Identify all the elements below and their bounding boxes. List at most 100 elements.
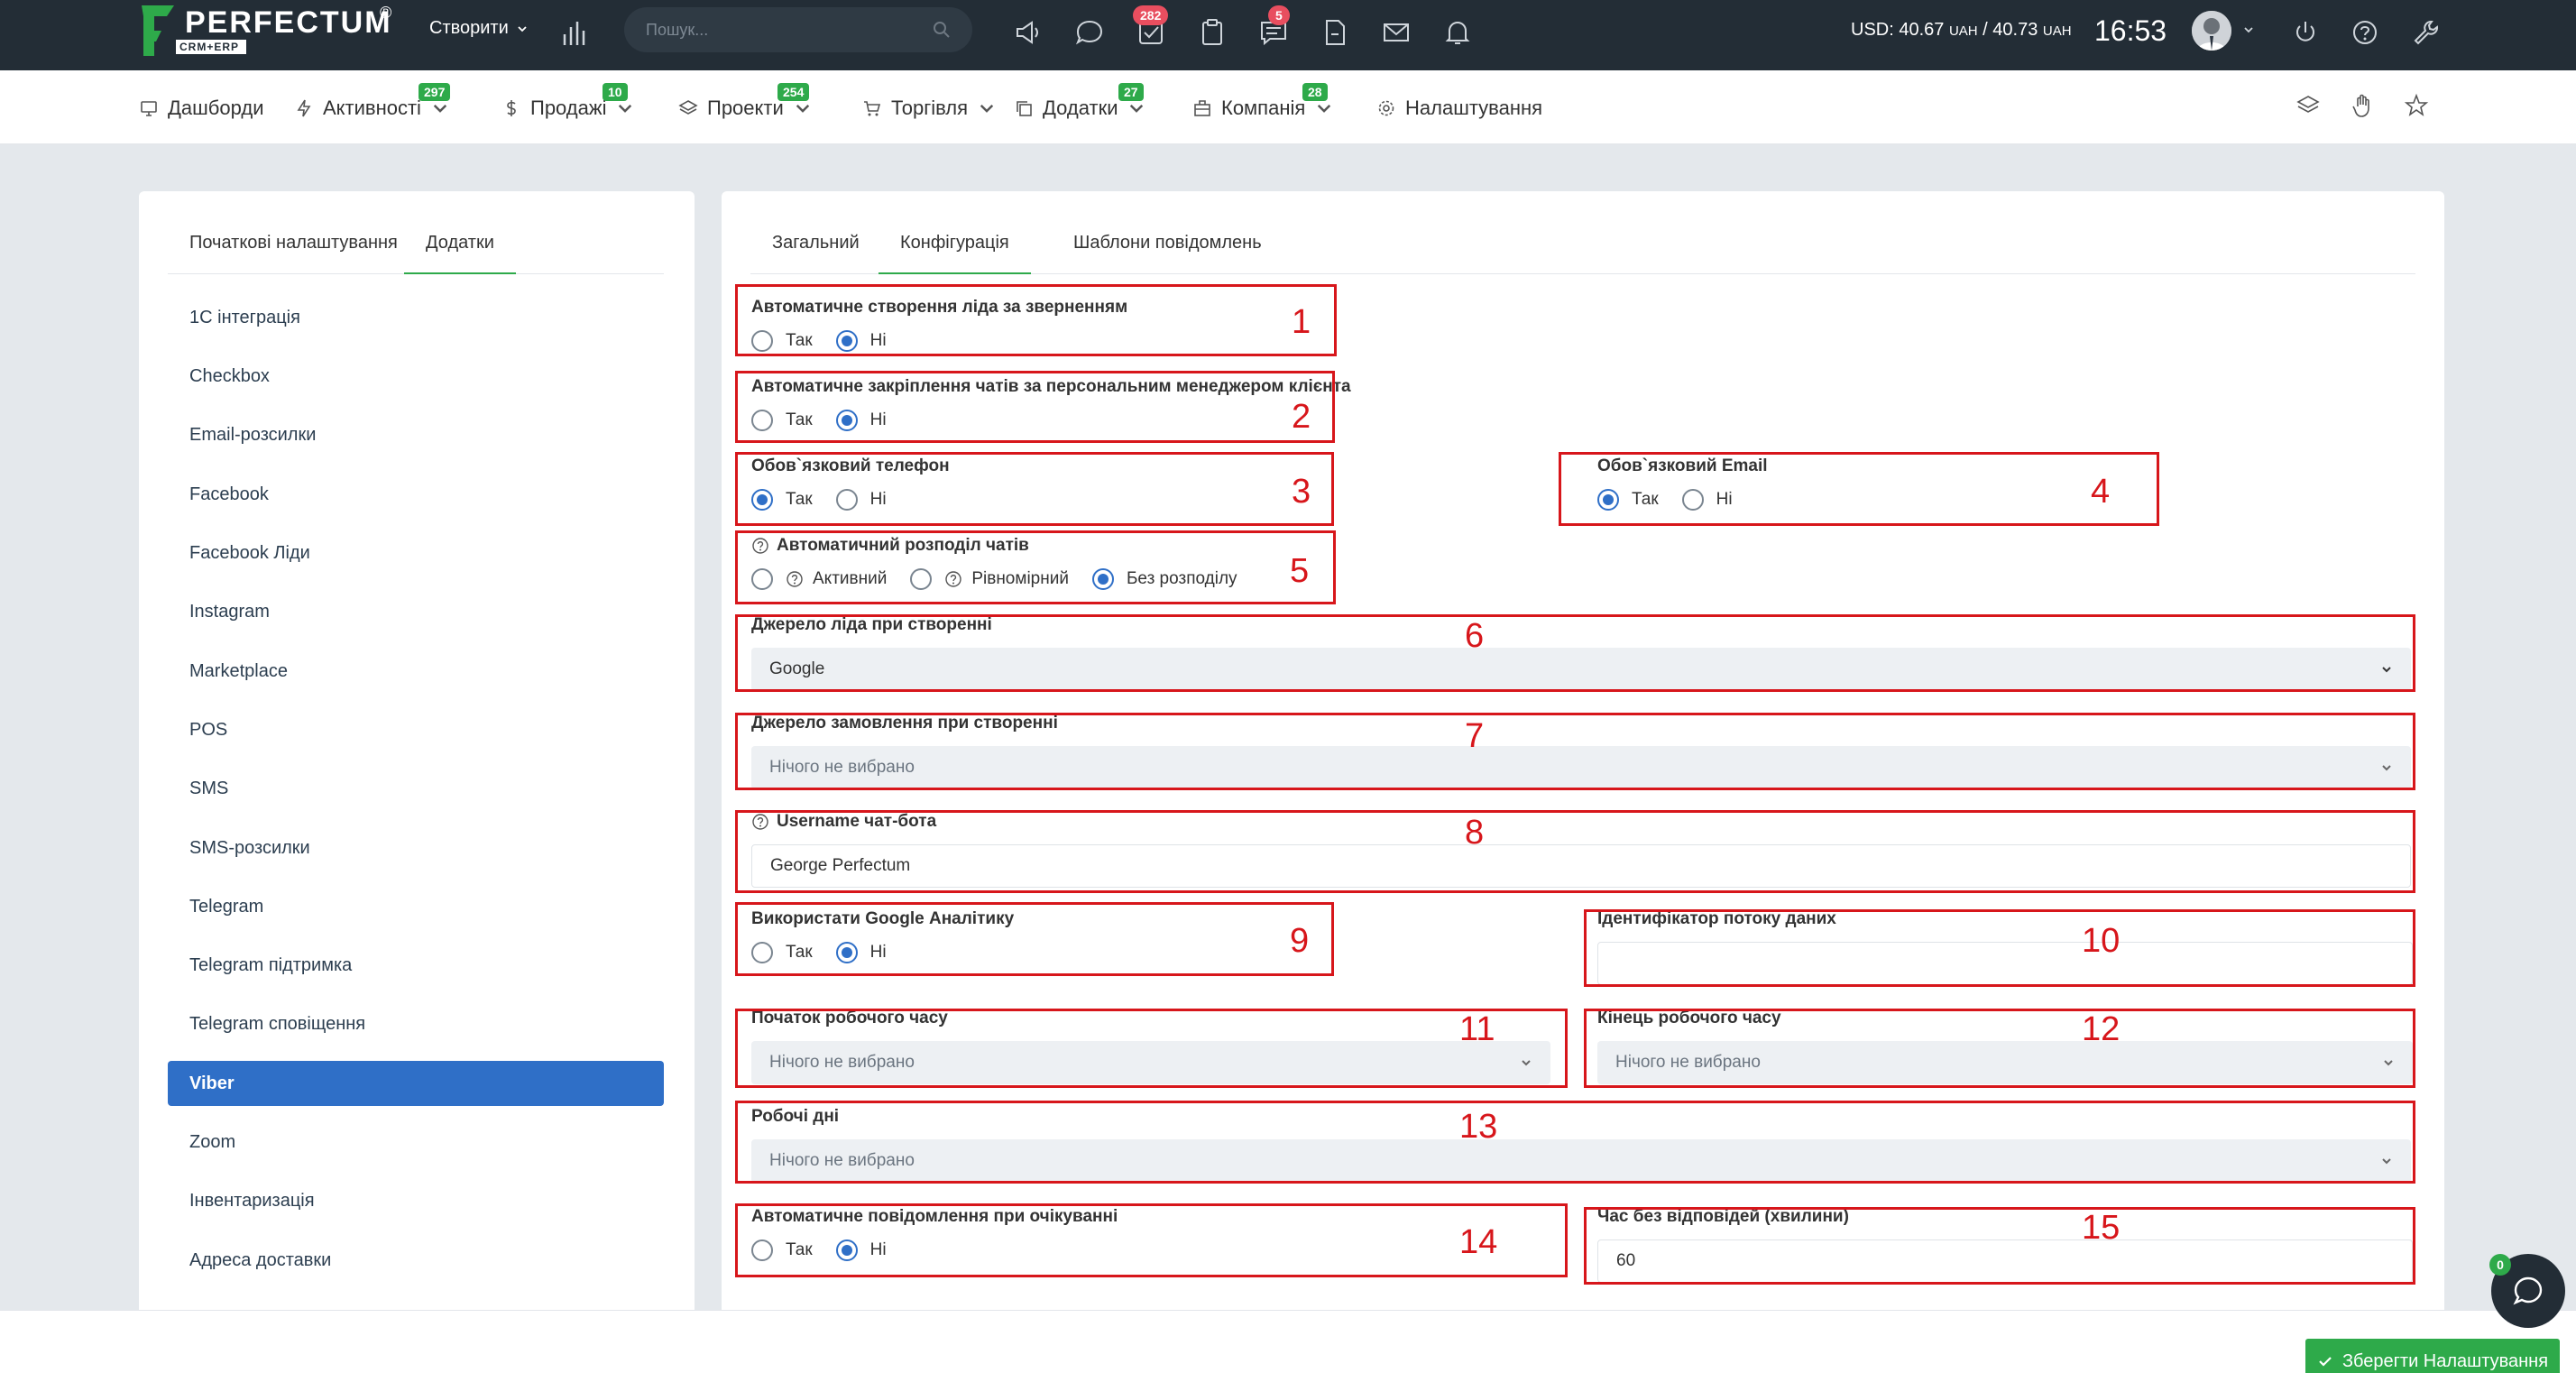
radio-yes[interactable]: Так bbox=[1597, 489, 1659, 511]
sidebar-item-telegram-support[interactable]: Telegram підтримка bbox=[168, 943, 664, 988]
radio-no-distribution[interactable]: Без розподілу bbox=[1091, 568, 1237, 590]
config-tabs: Загальний Конфігурація Шаблони повідомле… bbox=[750, 226, 2415, 274]
mail-icon[interactable] bbox=[1380, 16, 1412, 49]
create-button[interactable]: Створити bbox=[429, 18, 529, 39]
menu-badge: 10 bbox=[603, 83, 628, 101]
menu-item-company[interactable]: Компанія 28 bbox=[1192, 83, 1334, 124]
radio-yes[interactable]: Так bbox=[751, 410, 813, 431]
tab-general[interactable]: Загальний bbox=[750, 226, 881, 274]
search-input[interactable] bbox=[646, 20, 916, 40]
menu-label: Компанія bbox=[1221, 97, 1306, 119]
sidebar-item-instagram[interactable]: Instagram bbox=[168, 589, 664, 634]
help-icon[interactable] bbox=[2349, 16, 2381, 49]
sidebar-item-delivery-address[interactable]: Адреса доставки bbox=[168, 1238, 664, 1283]
sidebar-item-1c[interactable]: 1С інтеграція bbox=[168, 295, 664, 340]
work-start-select[interactable]: Нічого не вибрано bbox=[751, 1041, 1550, 1084]
tasks-icon[interactable]: 282 bbox=[1133, 5, 1169, 49]
field-work-start: Початок робочого часу Нічого не вибрано bbox=[751, 1009, 1550, 1084]
radio-label: Ні bbox=[869, 490, 887, 509]
radio-uniform[interactable]: Рівномірний bbox=[910, 568, 1069, 590]
bar-chart-icon[interactable] bbox=[559, 18, 590, 49]
sidebar-item-marketplace[interactable]: Marketplace bbox=[168, 649, 664, 694]
input-value: 60 bbox=[1616, 1251, 1636, 1270]
sidebar-item-telegram-notify[interactable]: Telegram сповіщення bbox=[168, 1001, 664, 1046]
logo-mark-icon bbox=[140, 4, 176, 58]
help-icon[interactable] bbox=[751, 813, 769, 831]
radio-no[interactable]: Ні bbox=[1681, 489, 1733, 511]
stream-id-input[interactable] bbox=[1597, 942, 2413, 985]
radio-no[interactable]: Ні bbox=[835, 942, 887, 963]
wrench-icon[interactable] bbox=[2410, 16, 2443, 49]
star-icon[interactable] bbox=[2403, 92, 2430, 119]
help-icon[interactable] bbox=[944, 570, 962, 588]
annotation-number-5: 5 bbox=[1290, 552, 1310, 590]
radio-no[interactable]: Ні bbox=[835, 330, 887, 352]
menu-item-settings[interactable]: Налаштування bbox=[1376, 92, 1542, 124]
menu-item-trade[interactable]: Торгівля bbox=[862, 92, 997, 124]
annotation-number-14: 14 bbox=[1459, 1223, 1498, 1261]
tab-addons[interactable]: Додатки bbox=[404, 226, 516, 274]
radio-no[interactable]: Ні bbox=[835, 410, 887, 431]
layers-icon[interactable] bbox=[2295, 92, 2322, 119]
building-icon bbox=[1194, 100, 1210, 116]
field-label: Username чат-бота bbox=[777, 812, 937, 831]
radio-yes[interactable]: Так bbox=[751, 489, 813, 511]
sidebar-item-telegram[interactable]: Telegram bbox=[168, 884, 664, 929]
search-icon[interactable] bbox=[933, 21, 951, 39]
save-settings-button[interactable]: Зберегти Налаштування bbox=[2305, 1339, 2560, 1373]
chevron-down-icon[interactable] bbox=[2242, 23, 2255, 36]
sidebar-item-facebook-leads[interactable]: Facebook Ліди bbox=[168, 530, 664, 576]
megaphone-icon[interactable] bbox=[1012, 16, 1044, 49]
menu-item-activities[interactable]: Активності 297 bbox=[294, 83, 451, 124]
tab-initial-settings[interactable]: Початкові налаштування bbox=[168, 226, 419, 274]
chevron-down-icon bbox=[619, 104, 632, 113]
tab-configuration[interactable]: Конфігурація bbox=[879, 226, 1031, 274]
bot-username-input[interactable]: George Perfectum bbox=[751, 844, 2411, 888]
menu-item-addons[interactable]: Додатки 27 bbox=[1014, 83, 1146, 124]
sidebar-item-email[interactable]: Email-розсилки bbox=[168, 412, 664, 457]
radio-active[interactable]: Активний bbox=[751, 568, 887, 590]
no-reply-time-input[interactable]: 60 bbox=[1597, 1239, 2413, 1283]
sidebar-item-sms[interactable]: SMS bbox=[168, 766, 664, 811]
chat-badge: 0 bbox=[2489, 1254, 2511, 1276]
help-icon[interactable] bbox=[786, 570, 804, 588]
radio-no[interactable]: Ні bbox=[835, 489, 887, 511]
messages-icon[interactable]: 5 bbox=[1257, 5, 1290, 49]
search-box[interactable] bbox=[624, 7, 972, 52]
field-lead-source: Джерело ліда при створенні Google bbox=[751, 615, 2411, 691]
sidebar-item-sms-mailing[interactable]: SMS-розсилки bbox=[168, 825, 664, 871]
sidebar-item-checkbox[interactable]: Checkbox bbox=[168, 354, 664, 399]
menu-item-projects[interactable]: Проекти 254 bbox=[678, 83, 813, 124]
radio-yes[interactable]: Так bbox=[751, 1239, 813, 1261]
sidebar-item-inventory[interactable]: Інвентаризація bbox=[168, 1178, 664, 1223]
tab-message-templates[interactable]: Шаблони повідомлень bbox=[1052, 226, 1283, 274]
menu-item-sales[interactable]: Продажі 10 bbox=[501, 83, 635, 124]
chevron-down-icon bbox=[518, 25, 527, 32]
menu-badge: 254 bbox=[777, 83, 810, 101]
order-source-select[interactable]: Нічого не вибрано bbox=[751, 746, 2411, 789]
sidebar-item-viber[interactable]: Viber bbox=[168, 1061, 664, 1106]
document-icon[interactable] bbox=[1319, 16, 1351, 49]
radio-label: Ні bbox=[869, 410, 887, 429]
sidebar-item-zoom[interactable]: Zoom bbox=[168, 1120, 664, 1165]
logo[interactable]: PERFECTUM CRM+ERP ® bbox=[140, 4, 392, 58]
lead-source-select[interactable]: Google bbox=[751, 648, 2411, 691]
chat-bubble-icon[interactable] bbox=[1073, 16, 1106, 49]
avatar[interactable] bbox=[2192, 11, 2231, 51]
help-icon[interactable] bbox=[751, 537, 769, 555]
sidebar-item-pos[interactable]: POS bbox=[168, 707, 664, 752]
bell-icon[interactable] bbox=[1441, 16, 1474, 49]
power-icon[interactable] bbox=[2289, 16, 2322, 49]
clipboard-icon[interactable] bbox=[1196, 16, 1228, 49]
work-end-select[interactable]: Нічого не вибрано bbox=[1597, 1041, 2413, 1084]
sidebar-item-facebook[interactable]: Facebook bbox=[168, 472, 664, 517]
select-value: Нічого не вибрано bbox=[1615, 1053, 1761, 1072]
radio-yes[interactable]: Так bbox=[751, 942, 813, 963]
menu-item-dashboards[interactable]: Дашборди bbox=[139, 92, 263, 124]
currency-rate: USD: 40.67 UAH / 40.73 UAH bbox=[1851, 20, 2072, 41]
work-days-select[interactable]: Нічого не вибрано bbox=[751, 1139, 2411, 1183]
hand-icon[interactable] bbox=[2349, 92, 2376, 119]
top-bar: PERFECTUM CRM+ERP ® Створити 282 5 USD: bbox=[0, 0, 2576, 70]
radio-yes[interactable]: Так bbox=[751, 330, 813, 352]
radio-no[interactable]: Ні bbox=[835, 1239, 887, 1261]
